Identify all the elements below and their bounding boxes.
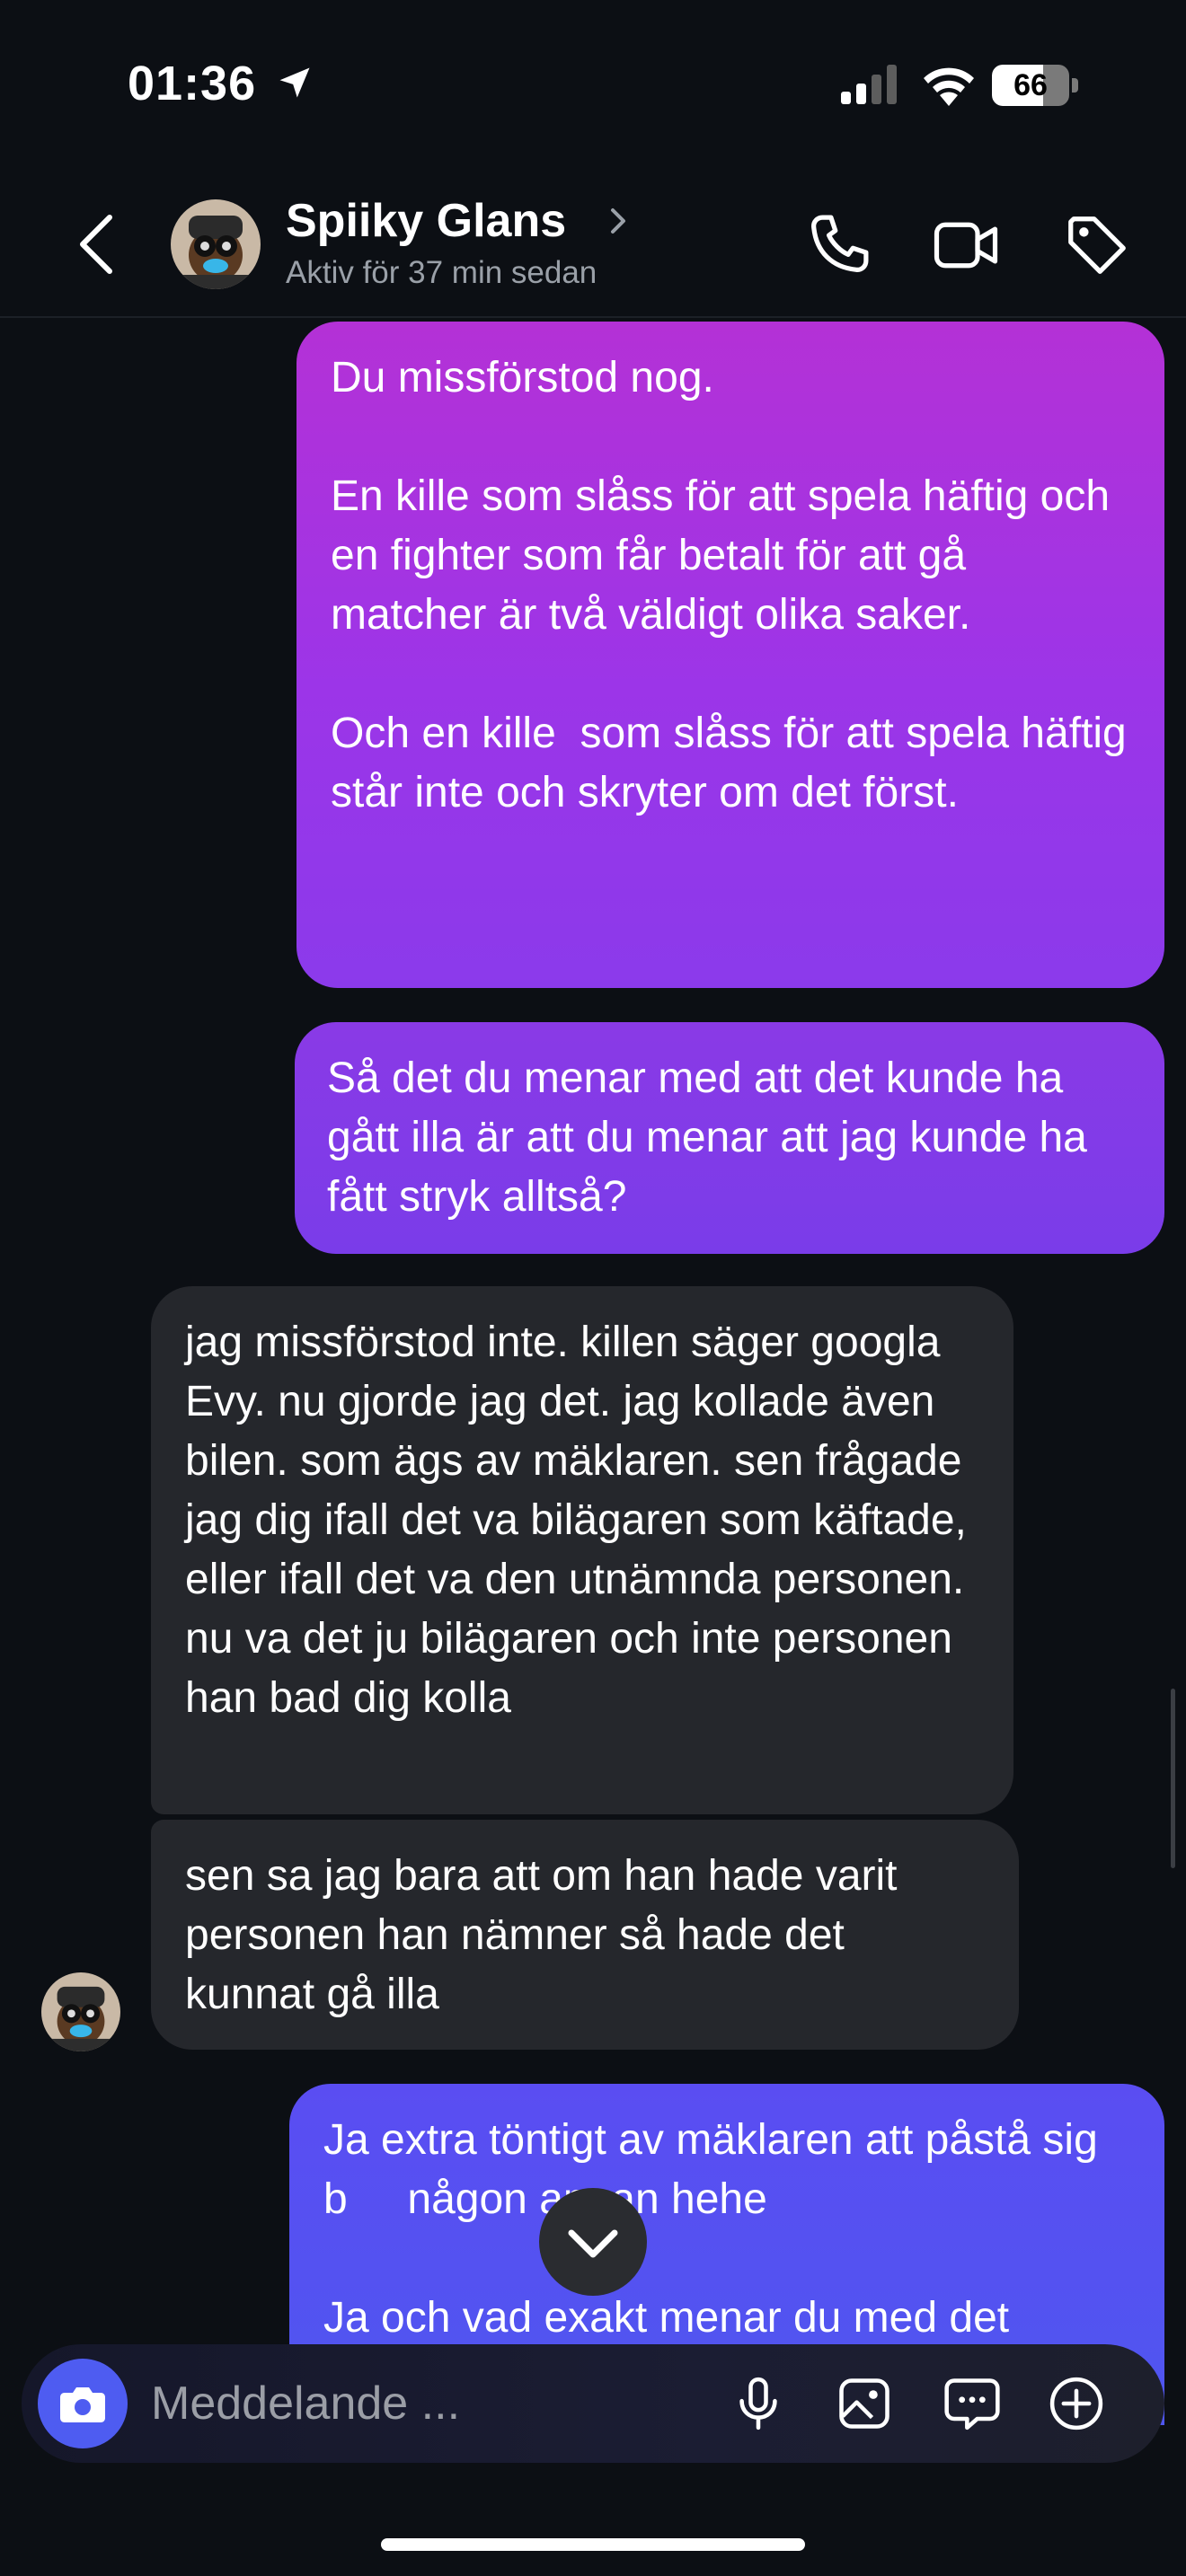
sender-avatar[interactable] [41,1972,120,2051]
chevron-down-icon [568,2229,618,2258]
home-indicator [381,2538,805,2551]
status-bar: 01:36 66 [0,0,1186,171]
message-composer: Meddelande ... [22,2344,1164,2463]
video-camera-icon[interactable] [931,210,1001,280]
message-bubble-received[interactable]: jag missförstod inte. killen säger googl… [151,1286,1013,1814]
camera-button[interactable] [38,2359,128,2448]
location-arrow-icon [279,67,310,98]
image-icon[interactable] [834,2373,895,2434]
plus-circle-icon[interactable] [1046,2373,1107,2434]
battery-indicator: 66 [992,65,1078,106]
contact-name[interactable]: Spiiky Glans [286,194,566,248]
camera-icon [60,2387,105,2422]
chevron-left-icon[interactable] [74,212,119,277]
avatar[interactable] [171,199,261,289]
chevron-right-icon[interactable] [607,205,629,237]
message-bubble-received[interactable]: sen sa jag bara att om han hade varit pe… [151,1820,1019,2050]
chat-header: Spiiky Glans Aktiv för 37 min sedan [0,180,1186,318]
message-bubble-sent[interactable]: Du missförstod nog. En kille som slåss f… [296,322,1164,988]
cellular-signal-icon [841,65,897,104]
microphone-icon[interactable] [728,2373,789,2434]
battery-percentage: 66 [1013,68,1048,102]
clock: 01:36 [128,57,257,110]
wifi-icon [924,67,974,106]
tag-icon[interactable] [1062,210,1132,280]
scroll-indicator [1171,1689,1175,1868]
scroll-to-bottom-button[interactable] [539,2188,647,2296]
chat-bubble-icon[interactable] [942,2373,1003,2434]
phone-icon[interactable] [803,210,873,280]
message-input[interactable]: Meddelande ... [151,2377,460,2430]
activity-status: Aktiv för 37 min sedan [286,255,597,290]
message-bubble-sent[interactable]: Så det du menar med att det kunde ha gåt… [295,1022,1164,1254]
